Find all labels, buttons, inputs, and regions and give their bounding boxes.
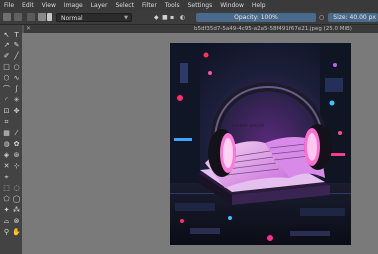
opacity-label: Opacity: 100%	[234, 14, 278, 21]
fill-tool-icon[interactable]: ◈	[2, 151, 11, 160]
eraser-icon[interactable]: ◆	[154, 14, 159, 21]
select-shapes-icon[interactable]: ↖	[2, 31, 11, 40]
brush-tool-icon[interactable]: ✐	[2, 52, 11, 61]
menu-help[interactable]: Help	[248, 2, 270, 9]
measure-tool-icon[interactable]: ⊹	[12, 162, 21, 171]
menu-window[interactable]: Window	[216, 2, 248, 9]
headphones-on-book-artwork: Lorem ipsum	[170, 43, 351, 245]
chevron-down-icon: ▼	[124, 15, 128, 21]
menu-layer[interactable]: Layer	[87, 2, 112, 9]
smart-patch-icon[interactable]: ✿	[12, 140, 21, 149]
toolbox: ↖ T ↗ ✎ ✐ ╱ □ ○ ⬡ ∿ ⌒ ʃ ◜ ✳ ⊡ ✥ ⌗ ▦ ⁄ ◍ …	[0, 25, 22, 254]
move-tool-icon[interactable]: ✥	[12, 107, 21, 116]
contiguous-select-icon[interactable]: ✦	[2, 206, 11, 215]
opacity-slider[interactable]: Opacity: 100%	[196, 13, 316, 22]
multibrush-icon[interactable]: ✳	[12, 96, 21, 105]
gradient-tool-icon[interactable]: ▦	[2, 129, 11, 138]
rectangle-tool-icon[interactable]: □	[2, 63, 11, 72]
tool-options-bar: Normal ▼ ◆ ■ ▪ ◐ Opacity: 100% ○ Size: 4…	[0, 11, 378, 25]
transform-tool-icon[interactable]: ⊡	[2, 107, 11, 116]
menu-file[interactable]: File	[0, 2, 18, 9]
fill-gradient-icon[interactable]	[38, 13, 46, 21]
polyline-tool-icon[interactable]: ∿	[12, 74, 21, 83]
open-document-icon[interactable]	[14, 13, 22, 21]
color-picker-icon[interactable]: ⁄	[12, 129, 21, 138]
freehand-select-icon[interactable]: ◯	[12, 195, 21, 204]
enclose-fill-icon[interactable]: ⊛	[12, 151, 21, 160]
menu-settings[interactable]: Settings	[184, 2, 217, 9]
text-tool-icon[interactable]: T	[12, 31, 21, 40]
lock-alpha-icon[interactable]: ◐	[180, 14, 185, 21]
zoom-tool-icon[interactable]: ⚲	[2, 228, 11, 237]
bezier-select-icon[interactable]: ⌓	[2, 217, 11, 226]
menu-filter[interactable]: Filter	[138, 2, 161, 9]
polygon-tool-icon[interactable]: ⬡	[2, 74, 11, 83]
book-page-text: Lorem ipsum	[232, 123, 265, 129]
crop-tool-icon[interactable]: ⌗	[2, 118, 11, 127]
similar-select-icon[interactable]: ⁂	[12, 206, 21, 215]
blend-mode-select[interactable]: Normal ▼	[56, 13, 132, 22]
preserve-alpha-icon[interactable]: ▪	[170, 14, 174, 21]
pan-tool-icon[interactable]: ✋	[12, 228, 21, 237]
document-tab-title[interactable]: b5df35d7-5a49-4c95-a2a5-58f491f67e21.jpe…	[194, 25, 352, 33]
rect-select-icon[interactable]: ⬚	[2, 184, 11, 193]
reference-images-icon[interactable]: ⌖	[2, 173, 11, 182]
canvas-image: Lorem ipsum	[170, 43, 351, 245]
color-swatch-icon[interactable]	[47, 13, 52, 21]
dynamic-brush-icon[interactable]: ◜	[2, 96, 11, 105]
assistant-tool-icon[interactable]: ✕	[2, 162, 11, 171]
line-tool-icon[interactable]: ╱	[12, 52, 21, 61]
polygon-select-icon[interactable]: ⬠	[2, 195, 11, 204]
edit-shapes-icon[interactable]: ↗	[2, 41, 11, 50]
calligraphy-icon[interactable]: ✎	[12, 41, 21, 50]
menu-view[interactable]: View	[38, 2, 60, 9]
close-icon[interactable]: ✕	[26, 25, 31, 33]
menu-bar: File Edit View Image Layer Select Filter…	[0, 0, 378, 11]
new-document-icon[interactable]	[3, 13, 11, 21]
size-slider[interactable]: Size: 40.00 px	[328, 13, 378, 22]
colorize-mask-icon[interactable]: ◍	[2, 140, 11, 149]
ellipse-select-icon[interactable]: ◌	[12, 184, 21, 193]
reset-icon[interactable]: ■	[162, 14, 168, 21]
blend-mode-value: Normal	[61, 15, 83, 22]
ellipse-tool-icon[interactable]: ○	[12, 63, 21, 72]
freehand-path-icon[interactable]: ʃ	[12, 85, 21, 94]
document-tab-bar: ✕ b5df35d7-5a49-4c95-a2a5-58f491f67e21.j…	[24, 25, 378, 33]
menu-image[interactable]: Image	[60, 2, 87, 9]
menu-select[interactable]: Select	[111, 2, 138, 9]
brush-preset-icon[interactable]	[27, 13, 35, 21]
opacity-lock-icon[interactable]: ○	[319, 14, 324, 21]
bezier-tool-icon[interactable]: ⌒	[2, 85, 11, 94]
menu-tools[interactable]: Tools	[161, 2, 184, 9]
magnetic-select-icon[interactable]: ⊗	[12, 217, 21, 226]
menu-edit[interactable]: Edit	[18, 2, 38, 9]
size-label: Size: 40.00 px	[333, 14, 376, 21]
